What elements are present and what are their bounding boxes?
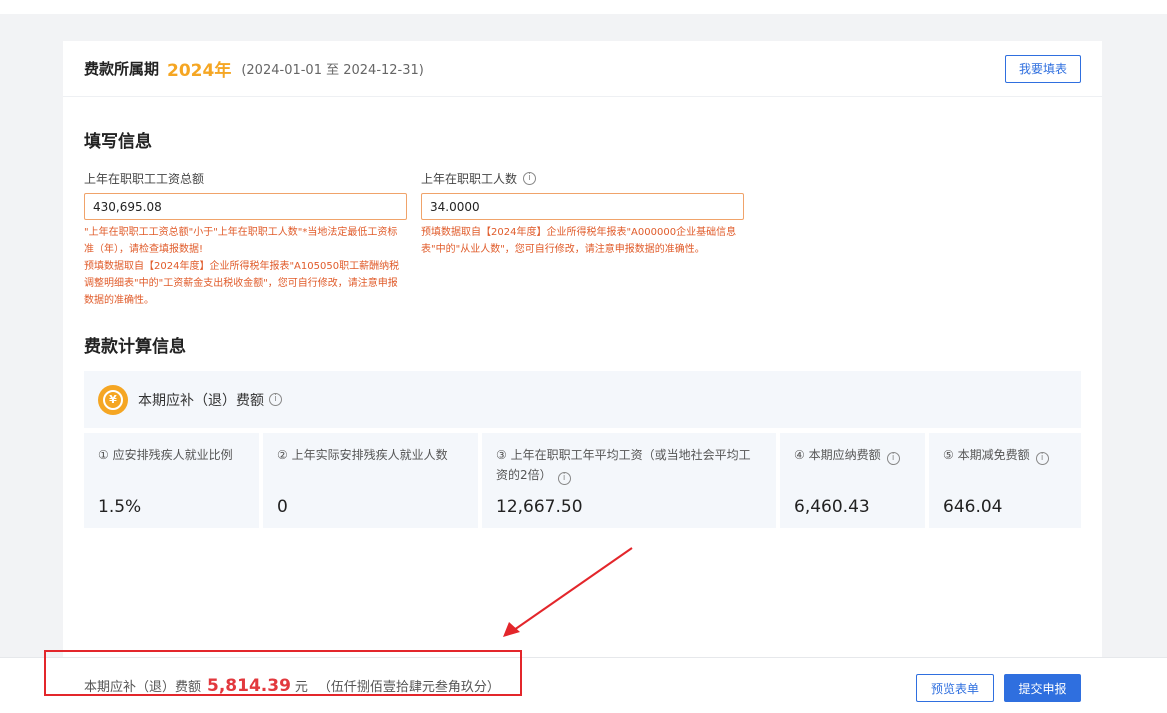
bottom-bar: 本期应补（退）费额 5,814.39 元 （伍仟捌佰壹拾肆元叁角玖分） 预览表单…: [0, 650, 1167, 713]
metric-label-text: ⑤ 本期减免费额: [943, 448, 1030, 462]
metric-label: ① 应安排残疾人就业比例: [98, 448, 233, 462]
total-wage-input[interactable]: [84, 193, 407, 220]
page: 费款所属期 2024年 (2024-01-01 至 2024-12-31) 我要…: [0, 0, 1167, 713]
info-icon[interactable]: i: [557, 472, 571, 485]
metric-value: 1.5%: [98, 497, 142, 517]
period-range: (2024-01-01 至 2024-12-31): [241, 63, 424, 78]
metric-value: 646.04: [943, 497, 1003, 517]
top-strip: [0, 0, 1167, 14]
total-wage-label-text: 上年在职职工工资总额: [84, 171, 205, 186]
employee-count-field: 上年在职职工人数 i 预填数据取自【2024年度】企业所得税年报表"A00000…: [421, 170, 744, 258]
yen-icon: ¥: [98, 384, 128, 415]
metric-value: 6,460.43: [794, 497, 870, 517]
employee-count-source-note: 预填数据取自【2024年度】企业所得税年报表"A000000企业基础信息表"中的…: [421, 227, 737, 255]
info-icon[interactable]: i: [269, 393, 282, 406]
total-fee-words: （伍仟捌佰壹拾肆元叁角玖分）: [317, 680, 500, 695]
submit-declaration-button[interactable]: 提交申报: [1004, 674, 1081, 702]
metric-value: 0: [277, 497, 288, 517]
info-icon[interactable]: i: [886, 452, 900, 465]
metric-disabled-employees: ② 上年实际安排残疾人就业人数 0: [263, 433, 478, 528]
preview-form-button[interactable]: 预览表单: [916, 674, 994, 702]
total-fee-label: 本期应补（退）费额: [84, 680, 202, 695]
fill-form-button[interactable]: 我要填表: [1004, 54, 1081, 83]
employee-count-input[interactable]: [421, 193, 744, 220]
info-icon[interactable]: i: [523, 171, 537, 185]
period-label: 费款所属期: [84, 60, 160, 78]
total-wage-warning: "上年在职职工工资总额"小于"上年在职职工人数"*当地法定最低工资标准（年），请…: [84, 227, 398, 255]
metric-label: ⑤ 本期减免费额 i: [943, 445, 1067, 465]
info-icon[interactable]: i: [1035, 452, 1049, 465]
period-header: 费款所属期 2024年 (2024-01-01 至 2024-12-31) 我要…: [63, 41, 1102, 97]
metric-label: ③ 上年在职职工年平均工资（或当地社会平均工资的2倍） i: [496, 445, 762, 485]
fill-section-title: 填写信息: [84, 132, 152, 152]
metric-payable-fee: ④ 本期应纳费额 i 6,460.43: [780, 433, 925, 528]
metric-value: 12,667.50: [496, 497, 583, 517]
total-wage-source-note: 预填数据取自【2024年度】企业所得税年报表"A105050职工薪酬纳税调整明细…: [84, 261, 400, 306]
employee-count-label-text: 上年在职职工人数: [421, 171, 518, 186]
fee-summary-box: ¥ 本期应补（退）费额 i ① 应安排残疾人就业比例 1.5% ② 上年实际安排…: [84, 371, 1081, 531]
total-wage-messages: "上年在职职工工资总额"小于"上年在职职工人数"*当地法定最低工资标准（年），请…: [84, 224, 407, 309]
total-wage-field: 上年在职职工工资总额 "上年在职职工工资总额"小于"上年在职职工人数"*当地法定…: [84, 170, 407, 309]
metric-label: ④ 本期应纳费额 i: [794, 445, 911, 465]
total-wage-label: 上年在职职工工资总额: [84, 170, 407, 186]
fee-summary-title: 本期应补（退）费额: [138, 392, 264, 409]
metrics-row: ① 应安排残疾人就业比例 1.5% ② 上年实际安排残疾人就业人数 0 ③ 上年…: [84, 433, 1081, 528]
employee-count-label: 上年在职职工人数 i: [421, 170, 744, 186]
total-fee-summary: 本期应补（退）费额 5,814.39 元 （伍仟捌佰壹拾肆元叁角玖分）: [84, 676, 500, 696]
metric-label-text: ③ 上年在职职工年平均工资（或当地社会平均工资的2倍）: [496, 448, 751, 482]
total-fee-amount: 5,814.39: [207, 676, 291, 696]
total-fee-unit: 元: [294, 680, 308, 695]
metric-reduced-fee: ⑤ 本期减免费额 i 646.04: [929, 433, 1081, 528]
period-year: 2024年: [167, 61, 232, 81]
metric-label-text: ④ 本期应纳费额: [794, 448, 881, 462]
main-card: 费款所属期 2024年 (2024-01-01 至 2024-12-31) 我要…: [63, 41, 1102, 661]
metric-average-wage: ③ 上年在职职工年平均工资（或当地社会平均工资的2倍） i 12,667.50: [482, 433, 776, 528]
fee-summary-header: ¥ 本期应补（退）费额 i: [84, 371, 1081, 428]
calc-section-title: 费款计算信息: [84, 337, 186, 357]
metric-label: ② 上年实际安排残疾人就业人数: [277, 448, 448, 462]
metric-employment-ratio: ① 应安排残疾人就业比例 1.5%: [84, 433, 259, 528]
employee-count-messages: 预填数据取自【2024年度】企业所得税年报表"A000000企业基础信息表"中的…: [421, 224, 744, 258]
